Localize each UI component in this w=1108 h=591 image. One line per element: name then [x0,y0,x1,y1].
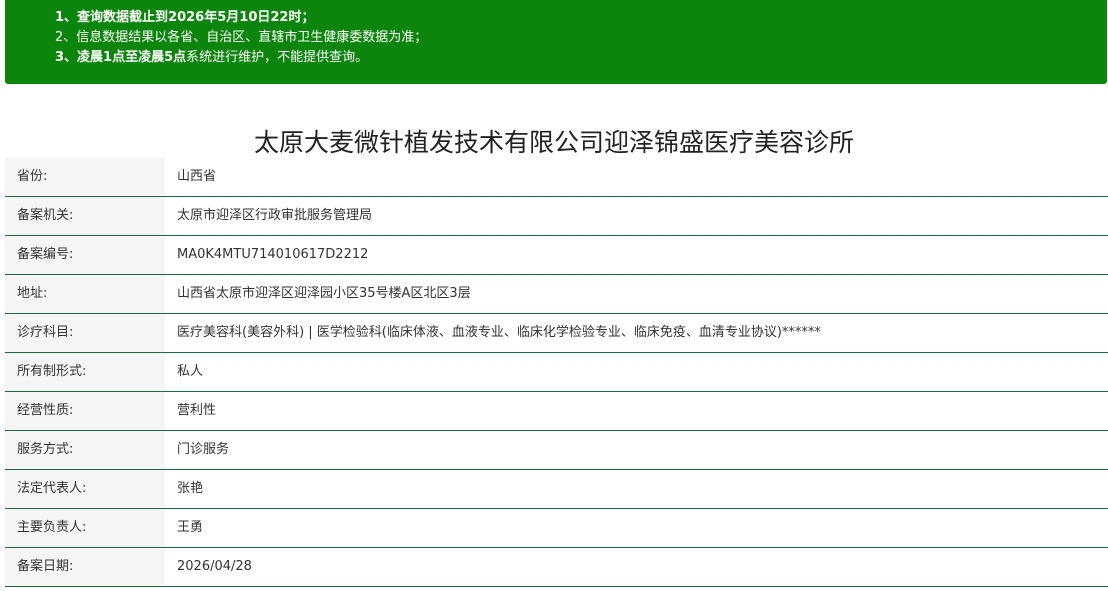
row-filing-authority: 备案机关: 太原市迎泽区行政审批服务管理局 [5,197,1108,236]
info-table: 省份: 山西省 备案机关: 太原市迎泽区行政审批服务管理局 备案编号: MA0K… [5,158,1108,587]
row-province: 省份: 山西省 [5,158,1108,197]
row-value: 医疗美容科(美容外科) | 医学检验科(临床体液、血液专业、临床化学检验专业、临… [177,325,821,340]
row-service-mode: 服务方式: 门诊服务 [5,431,1108,470]
row-label: 主要负责人: [5,509,165,547]
notice-line-1-date: 2026年5月10日22时 [168,10,302,25]
row-value: 2026/04/28 [177,559,252,574]
row-label: 法定代表人: [5,470,165,508]
row-label: 备案日期: [5,548,165,586]
row-value: 山西省 [177,169,217,184]
row-value: 山西省太原市迎泽区迎泽园小区35号楼A区北区3层 [177,286,471,301]
notice-line-1-prefix: 1、查询数据截止到 [55,10,169,25]
row-business-nature: 经营性质: 营利性 [5,392,1108,431]
row-medical-subjects: 诊疗科目: 医疗美容科(美容外科) | 医学检验科(临床体液、血液专业、临床化学… [5,314,1108,353]
row-label: 经营性质: [5,392,165,430]
notice-banner: 1、查询数据截止到2026年5月10日22时； 2、信息数据结果以各省、自治区、… [5,0,1107,84]
notice-line-1-suffix: ； [301,10,315,25]
row-value: 张艳 [177,481,204,496]
row-value: MA0K4MTU714010617D2212 [177,247,369,262]
notice-line-1: 1、查询数据截止到2026年5月10日22时； [55,8,1107,28]
row-label: 所有制形式: [5,353,165,391]
row-value: 门诊服务 [177,442,230,457]
row-value: 私人 [177,364,204,379]
row-label: 备案编号: [5,236,165,274]
notice-line-3-suffix: 系统进行维护，不能提供查询。 [186,50,369,65]
row-value: 王勇 [177,520,204,535]
notice-line-3-time: 凌晨1点至凌晨5点 [77,50,187,65]
row-label: 省份: [5,158,165,196]
row-value: 太原市迎泽区行政审批服务管理局 [177,208,373,223]
row-label: 服务方式: [5,431,165,469]
row-filing-number: 备案编号: MA0K4MTU714010617D2212 [5,236,1108,275]
row-address: 地址: 山西省太原市迎泽区迎泽园小区35号楼A区北区3层 [5,275,1108,314]
row-ownership: 所有制形式: 私人 [5,353,1108,392]
notice-line-3-prefix: 3、 [55,50,78,65]
row-filing-date: 备案日期: 2026/04/28 [5,548,1108,587]
row-value: 营利性 [177,403,217,418]
notice-line-2: 2、信息数据结果以各省、自治区、直辖市卫生健康委数据为准； [55,30,428,45]
notice-line-3: 3、凌晨1点至凌晨5点系统进行维护，不能提供查询。 [55,48,1107,68]
row-label: 诊疗科目: [5,314,165,352]
row-label: 备案机关: [5,197,165,235]
row-principal: 主要负责人: 王勇 [5,509,1108,548]
row-legal-representative: 法定代表人: 张艳 [5,470,1108,509]
row-label: 地址: [5,275,165,313]
